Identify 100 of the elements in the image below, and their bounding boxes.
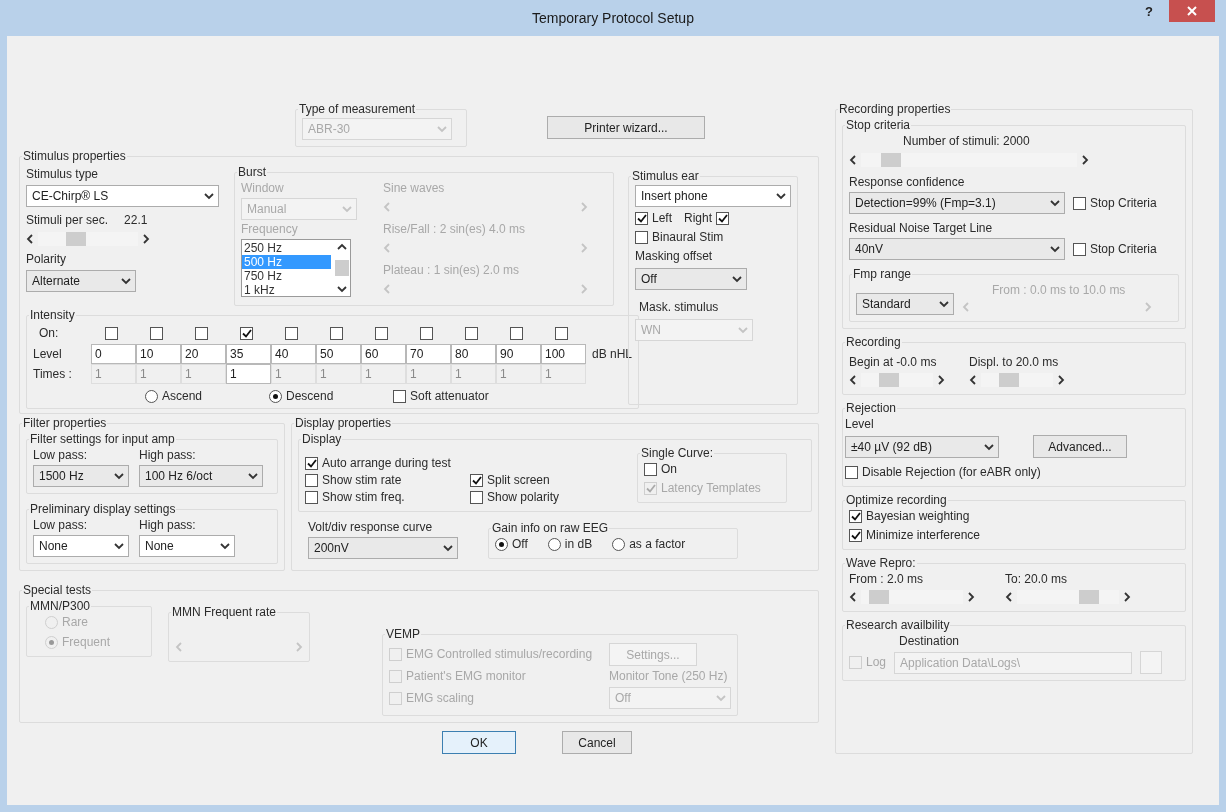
times-field[interactable]: 1 xyxy=(226,364,271,384)
checkmark-icon xyxy=(645,484,656,493)
checkbox-label: Left xyxy=(652,211,672,226)
ok-button[interactable]: OK xyxy=(442,731,516,754)
chevron-left-icon xyxy=(962,302,970,312)
chevron-left-icon xyxy=(26,234,34,244)
slider-thumb[interactable] xyxy=(1078,590,1099,604)
checkbox[interactable] xyxy=(375,326,388,340)
dropdown[interactable]: Alternate xyxy=(26,270,136,292)
level-field[interactable]: 70 xyxy=(406,344,451,364)
dropdown[interactable]: None xyxy=(139,535,235,557)
checkbox[interactable] xyxy=(1073,242,1086,256)
slider-thumb[interactable] xyxy=(869,590,890,604)
help-button[interactable]: ? xyxy=(1139,4,1159,19)
checkbox[interactable] xyxy=(510,326,523,340)
radio-button[interactable] xyxy=(612,538,626,551)
level-field[interactable]: 80 xyxy=(451,344,496,364)
group-title: Single Curve: xyxy=(640,446,715,460)
group-title: Special tests xyxy=(22,583,93,597)
level-field[interactable]: 40 xyxy=(271,344,316,364)
checkbox[interactable] xyxy=(635,231,648,244)
level-field[interactable]: 35 xyxy=(226,344,271,364)
checkbox[interactable] xyxy=(470,491,483,504)
dropdown[interactable]: 100 Hz 6/oct xyxy=(139,465,263,487)
level-field[interactable]: 100 xyxy=(541,344,586,364)
close-icon xyxy=(1187,6,1197,16)
cancel-button[interactable]: Cancel xyxy=(562,731,632,754)
slider-thumb[interactable] xyxy=(999,373,1020,387)
slider-track[interactable] xyxy=(981,373,1053,387)
field-label: Stimulus type xyxy=(26,167,100,182)
checkbox[interactable] xyxy=(150,326,163,340)
level-field[interactable]: 50 xyxy=(316,344,361,364)
level-field[interactable]: 20 xyxy=(181,344,226,364)
checkbox[interactable] xyxy=(1073,196,1086,210)
checkbox[interactable] xyxy=(330,326,343,340)
checkbox[interactable] xyxy=(849,529,862,542)
field-label: Level xyxy=(845,417,875,432)
rate-value: 22.1 xyxy=(124,213,148,228)
slider-label: Plateau : 1 sin(es) 2.0 ms xyxy=(383,263,521,278)
radio-label: Frequent xyxy=(62,635,111,650)
radio-button[interactable] xyxy=(547,538,561,551)
slider-thumb[interactable] xyxy=(880,153,901,167)
checkbox[interactable] xyxy=(555,326,568,340)
dropdown[interactable]: Insert phone xyxy=(635,185,791,207)
close-button[interactable] xyxy=(1169,0,1215,22)
chevron-right-icon xyxy=(937,375,945,385)
checkbox[interactable] xyxy=(240,326,253,340)
group-title: Wave Repro: xyxy=(845,556,917,570)
checkbox[interactable] xyxy=(393,390,406,403)
level-field[interactable]: 10 xyxy=(136,344,181,364)
row-label: Level xyxy=(33,346,63,362)
dropdown[interactable]: 40nV xyxy=(849,238,1065,260)
slider-label: Number of stimuli: 2000 xyxy=(902,134,1031,149)
scrollbar-thumb[interactable] xyxy=(335,260,349,276)
radio-button[interactable] xyxy=(269,390,282,403)
level-field[interactable]: 60 xyxy=(361,344,406,364)
dropdown[interactable]: CE-Chirp® LS xyxy=(26,185,219,207)
group-title: Burst xyxy=(237,165,267,179)
slider-thumb[interactable] xyxy=(879,373,900,387)
dropdown[interactable]: Off xyxy=(635,268,747,290)
checkbox[interactable] xyxy=(644,463,657,476)
group-title: Intensity xyxy=(29,308,76,322)
chevron-down-icon xyxy=(984,442,994,451)
field-label: Mask. stimulus xyxy=(638,300,720,315)
radio-button[interactable] xyxy=(495,538,508,551)
field-label: Masking offset xyxy=(635,249,714,264)
slider-track[interactable] xyxy=(38,232,138,246)
level-field[interactable]: 90 xyxy=(496,344,541,364)
dropdown[interactable]: None xyxy=(33,535,129,557)
level-field[interactable]: 0 xyxy=(91,344,136,364)
checkbox[interactable] xyxy=(105,326,118,340)
checkbox[interactable] xyxy=(465,326,478,340)
printer-wizard-button[interactable]: Printer wizard... xyxy=(547,116,705,139)
dropdown[interactable]: 200nV xyxy=(308,537,458,559)
dropdown[interactable]: Standard xyxy=(856,293,954,315)
checkbox[interactable] xyxy=(420,326,433,340)
slider-track[interactable] xyxy=(861,373,933,387)
checkbox[interactable] xyxy=(305,474,318,487)
slider-thumb[interactable] xyxy=(66,232,86,246)
slider-track[interactable] xyxy=(861,153,1077,167)
checkbox[interactable] xyxy=(849,510,862,523)
checkbox[interactable] xyxy=(470,474,483,487)
slider-track[interactable] xyxy=(1017,590,1119,604)
dropdown[interactable]: ±40 µV (92 dB) xyxy=(845,435,999,458)
slider-track[interactable] xyxy=(861,590,963,604)
checkbox[interactable] xyxy=(716,212,730,225)
dropdown[interactable]: Detection=99% (Fmp=3.1) xyxy=(849,192,1065,214)
checkbox[interactable] xyxy=(635,212,648,225)
checkbox[interactable] xyxy=(195,326,208,340)
group-title: Stop criteria xyxy=(845,118,912,132)
checkmark-icon xyxy=(717,214,728,223)
checkbox[interactable] xyxy=(845,466,858,479)
dropdown[interactable]: 1500 Hz xyxy=(33,465,129,487)
checkbox[interactable] xyxy=(285,326,298,340)
chevron-right-icon xyxy=(580,202,588,212)
checkbox[interactable] xyxy=(305,491,318,504)
group-title: Recording xyxy=(845,335,902,349)
checkbox[interactable] xyxy=(305,457,318,470)
radio-button[interactable] xyxy=(145,390,158,403)
advanced-button[interactable]: Advanced... xyxy=(1033,435,1127,458)
